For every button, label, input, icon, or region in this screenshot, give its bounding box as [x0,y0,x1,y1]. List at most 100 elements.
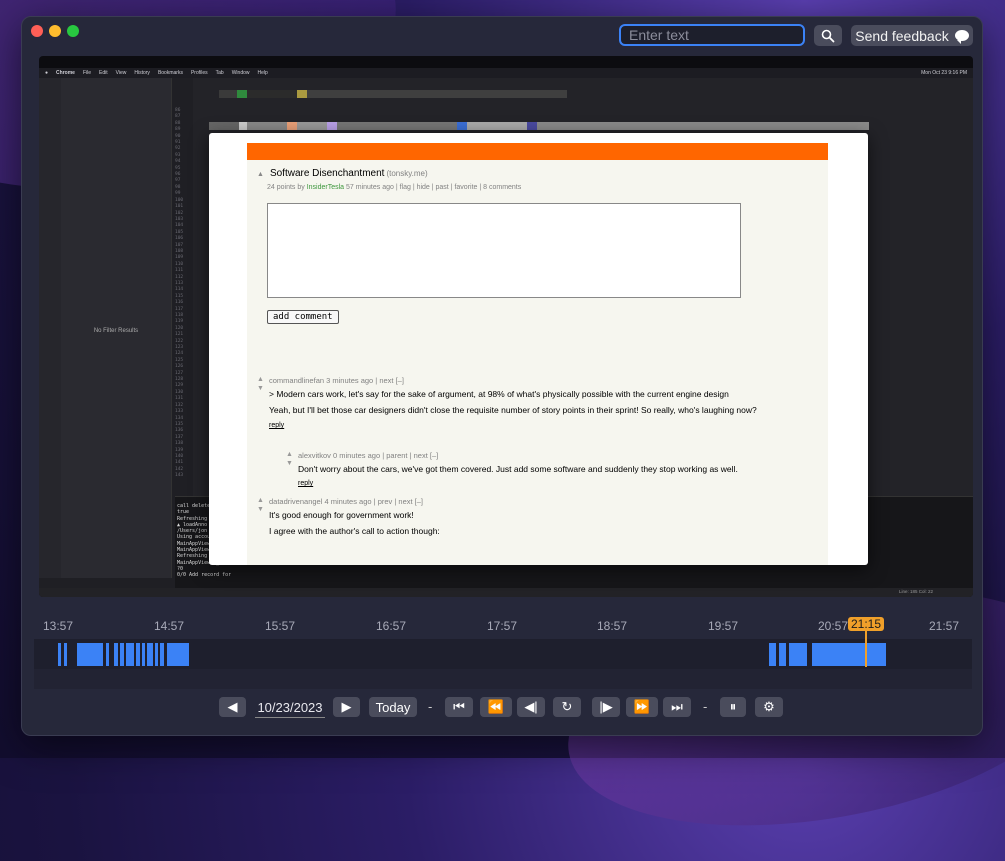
send-feedback-button[interactable]: Send feedback [851,25,973,46]
timeline-tick: 20:57 [818,619,849,633]
menubar-item: Help [257,70,268,76]
line-number-gutter: 86 87 88 89 90 91 92 93 94 95 96 97 98 99 100 101 102 103… [175,108,193,488]
close-window-button[interactable] [31,25,43,37]
timeline-tick: 15:57 [265,619,296,633]
activity-bar [114,643,118,666]
app-window: Send feedback ● Chrome File Edit View Hi… [21,16,983,736]
activity-bar [77,643,103,666]
triangle-right-icon: ▶ [341,699,352,714]
upvote-icon[interactable]: ▲ [257,171,264,178]
comment-text: Yeah, but I'll bet those car designers d… [269,405,757,415]
comment: ▲ ▼ datadrivenangel 4 minutes ago | prev … [257,496,819,537]
timeline-tick: 18:57 [597,619,628,633]
menubar-app: Chrome [56,70,75,76]
search-input[interactable] [619,24,805,46]
recorded-screen: ● Chrome File Edit View History Bookmark… [39,56,973,597]
story-site[interactable]: (tonsky.me) [386,169,427,178]
comment: ▲ ▼ commandlinefan 3 minutes ago | next [… [257,375,819,431]
separator: - [703,699,708,714]
comment-meta: commandlinefan 3 minutes ago | next [–] [269,376,404,385]
jump-to-end-button[interactable]: ⏭ [663,697,691,717]
menubar-clock: Mon Oct 23 9:16 PM [921,70,967,76]
playhead-time: 21:15 [848,617,884,631]
jump-to-start-button[interactable]: ⏮ [445,697,473,717]
timeline-tick: 19:57 [708,619,739,633]
activity-bar [136,643,140,666]
search-icon [821,29,835,42]
comment-text: It's good enough for government work! [269,510,414,520]
skip-forward-icon: ⏭ [671,699,683,714]
hn-header-bar [247,143,828,160]
xcode-status-bar: Line: 185 Col: 22 [39,588,973,597]
vote-arrows-icon[interactable]: ▲ ▼ [286,450,293,468]
vote-arrows-icon[interactable]: ▲ ▼ [257,375,264,393]
story-title-row: ▲ Software Disenchantment (tonsky.me) [257,168,428,179]
previous-day-button[interactable]: ◀ [219,697,246,717]
vote-arrows-icon[interactable]: ▲ ▼ [257,496,264,514]
reset-button[interactable]: ↻ [553,697,581,717]
menubar-item: Tab [215,70,224,76]
story-subtext: 24 points by InsiderTesla 57 minutes ago… [267,184,521,191]
separator: - [428,699,433,714]
xcode-sidebar-strip [39,78,62,578]
today-label: Today [375,699,411,715]
minimize-window-button[interactable] [49,25,61,37]
pause-icon: ⏸ [729,699,737,714]
xcode-navigator: No Filter Results [61,78,172,578]
activity-bar [142,643,145,666]
step-back-button[interactable]: ◀| [517,697,545,717]
activity-bar [779,643,786,666]
fast-forward-button[interactable]: ⏩ [626,697,658,717]
console-line: 0/0 Add record for [177,572,232,579]
rewind-button[interactable]: ⏪ [480,697,512,717]
menubar-item: Window [231,70,250,76]
comment-text: Don't worry about the cars, we've got th… [298,464,738,474]
story-author-link[interactable]: InsiderTesla [307,184,344,191]
timeline-tick: 17:57 [487,619,518,633]
search-button[interactable] [814,25,842,46]
playhead[interactable] [865,627,867,667]
rewind-icon: ⏪ [487,699,505,714]
activity-bar [147,643,153,666]
step-back-icon: ◀| [524,699,538,714]
activity-bar [769,643,776,666]
activity-bar [812,643,886,666]
apple-icon: ● [45,70,49,76]
menubar-item: View [115,70,127,76]
zoom-window-button[interactable] [67,25,79,37]
pause-button[interactable]: ⏸ [720,697,746,717]
activity-bar [167,643,189,666]
comment-textarea[interactable] [267,203,741,298]
date-field[interactable]: 10/23/2023 [255,697,325,718]
activity-bar [64,643,67,666]
reply-link[interactable]: reply [269,420,819,431]
step-forward-button[interactable]: |▶ [592,697,620,717]
reply-link[interactable]: reply [298,478,823,489]
comment-meta: datadrivenangel 4 minutes ago | prev | n… [269,497,423,506]
timeline-tick: 21:57 [929,619,960,633]
no-filter-results: No Filter Results [93,328,139,334]
mac-menubar: ● Chrome File Edit View History Bookmark… [39,68,973,78]
today-button[interactable]: Today [369,697,417,717]
menubar-item: File [82,70,91,76]
step-forward-icon: |▶ [599,699,613,714]
gear-icon: ⚙ [763,699,775,714]
comment-text: > Modern cars work, let's say for the sa… [269,389,729,399]
hn-page: ▲ Software Disenchantment (tonsky.me) 24… [247,160,828,565]
line-number: 143 [175,473,184,479]
next-day-button[interactable]: ▶ [333,697,360,717]
playback-controls: ◀ 10/23/2023 ▶ Today - ⏮ ⏪ ◀| ↻ |▶ ⏩ ⏭ -… [22,697,982,719]
add-comment-button[interactable]: add comment [267,310,339,324]
xcode-window: No Filter Results 86 87 88 89 90 91 92 93 94 95 96… [39,78,973,597]
activity-bar [58,643,61,666]
comment-text: I agree with the author's call to action… [269,526,440,536]
timeline[interactable]: 13:57 14:57 15:57 16:57 17:57 18:57 19:5… [22,607,982,689]
menubar-item: Profiles [190,70,208,76]
story-title[interactable]: Software Disenchantment [270,168,385,179]
settings-button[interactable]: ⚙ [755,697,783,717]
speech-bubble-icon [954,30,969,44]
story-points: 24 points by [267,184,305,191]
pixelated-area [209,122,869,130]
comment-meta: alexvitkov 0 minutes ago | parent | next… [298,451,439,460]
story-meta: 57 minutes ago | flag | hide | past | fa… [346,184,522,191]
